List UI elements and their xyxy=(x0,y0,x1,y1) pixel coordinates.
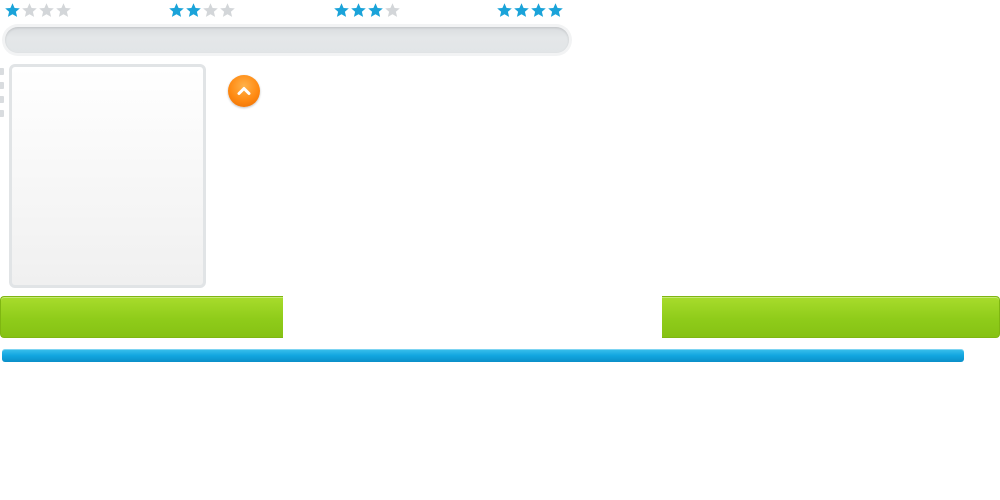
side-tab[interactable] xyxy=(0,110,4,117)
scroll-to-top-button[interactable] xyxy=(228,75,260,107)
content-panel xyxy=(9,64,206,288)
side-tabs xyxy=(0,68,5,124)
star-filled-icon[interactable] xyxy=(547,2,564,19)
star-filled-icon[interactable] xyxy=(496,2,513,19)
star-empty-icon[interactable] xyxy=(21,2,38,19)
star-rating-4[interactable] xyxy=(496,0,564,20)
slider-track-inner xyxy=(5,27,569,53)
star-filled-icon[interactable] xyxy=(367,2,384,19)
star-empty-icon[interactable] xyxy=(384,2,401,19)
star-empty-icon[interactable] xyxy=(219,2,236,19)
slider-track[interactable] xyxy=(2,24,572,56)
star-rating-1[interactable] xyxy=(4,0,72,20)
chevron-up-icon xyxy=(237,87,251,95)
star-filled-icon[interactable] xyxy=(530,2,547,19)
star-rating-3[interactable] xyxy=(333,0,401,20)
star-empty-icon[interactable] xyxy=(55,2,72,19)
green-bar-right[interactable] xyxy=(662,296,1000,338)
side-tab[interactable] xyxy=(0,82,4,89)
progress-bar xyxy=(2,349,964,362)
star-filled-icon[interactable] xyxy=(513,2,530,19)
star-filled-icon[interactable] xyxy=(168,2,185,19)
star-empty-icon[interactable] xyxy=(38,2,55,19)
green-bar-left[interactable] xyxy=(0,296,283,338)
side-tab[interactable] xyxy=(0,68,4,75)
star-filled-icon[interactable] xyxy=(4,2,21,19)
star-filled-icon[interactable] xyxy=(333,2,350,19)
star-rating-2[interactable] xyxy=(168,0,236,20)
star-filled-icon[interactable] xyxy=(185,2,202,19)
star-ratings-row xyxy=(4,0,574,20)
star-empty-icon[interactable] xyxy=(202,2,219,19)
progress-bar-fill xyxy=(2,349,964,362)
star-filled-icon[interactable] xyxy=(350,2,367,19)
side-tab[interactable] xyxy=(0,96,4,103)
